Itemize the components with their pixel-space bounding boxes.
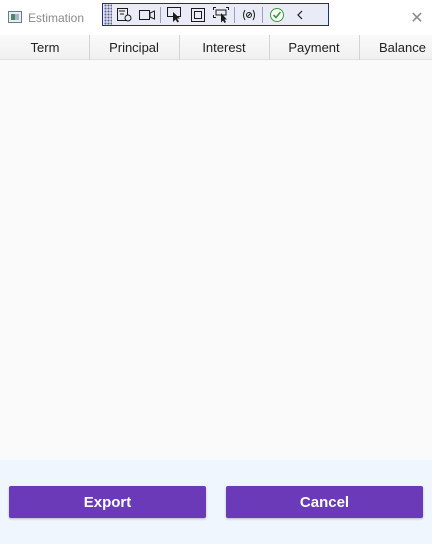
close-button[interactable]: ✕ <box>404 6 430 30</box>
track-focused-element-button[interactable] <box>209 4 232 25</box>
cancel-button[interactable]: Cancel <box>226 486 423 518</box>
collapse-toolbar-button[interactable] <box>288 4 311 25</box>
toolbar-separator <box>262 6 263 23</box>
toolbar-grip-handle[interactable] <box>104 4 112 25</box>
live-visual-tree-icon <box>116 7 131 21</box>
export-button[interactable]: Export <box>9 486 206 518</box>
column-header-payment[interactable]: Payment <box>269 35 359 60</box>
column-header-balance[interactable]: Balance <box>359 35 432 60</box>
binding-failures-icon <box>242 9 255 20</box>
track-focused-element-icon <box>212 7 229 23</box>
close-icon: ✕ <box>410 10 424 27</box>
window-title: Estimation <box>28 11 85 25</box>
accessibility-check-icon <box>269 7 284 22</box>
amortization-grid-body[interactable] <box>0 60 432 460</box>
record-icon <box>138 9 155 20</box>
select-element-icon <box>167 7 181 23</box>
debug-toolbar <box>102 3 329 26</box>
live-visual-tree-button[interactable] <box>112 4 135 25</box>
grid-column-header-row: Term Principal Interest Payment Balance <box>0 35 432 60</box>
toolbar-separator <box>160 6 161 23</box>
column-header-principal[interactable]: Principal <box>89 35 179 60</box>
display-layout-adorners-button[interactable] <box>186 4 209 25</box>
select-element-button[interactable] <box>163 4 186 25</box>
column-header-term[interactable]: Term <box>0 35 90 60</box>
column-header-interest[interactable]: Interest <box>179 35 269 60</box>
display-layout-adorners-icon <box>190 7 205 22</box>
accessibility-check-button[interactable] <box>265 4 288 25</box>
toolbar-separator <box>234 6 235 23</box>
collapse-chevron-icon <box>296 10 302 19</box>
record-button[interactable] <box>135 4 158 25</box>
app-window-icon <box>8 11 22 23</box>
binding-failures-button[interactable] <box>237 4 260 25</box>
